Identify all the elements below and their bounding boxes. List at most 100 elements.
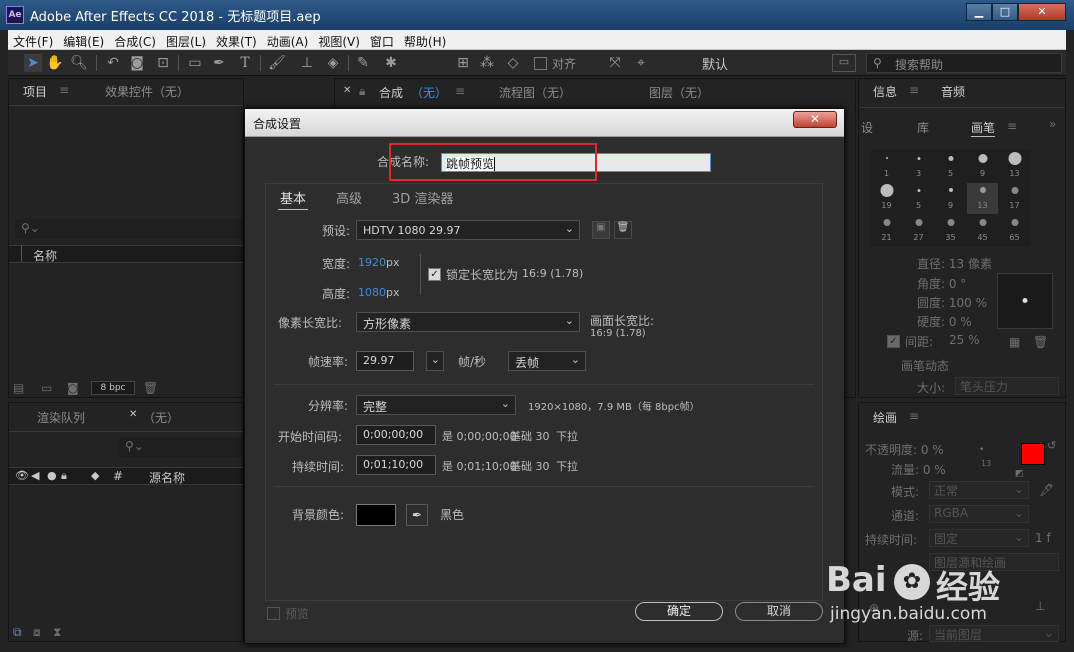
panel-menu-icon[interactable]: ≡	[1007, 119, 1017, 133]
menu-file[interactable]: 文件(F)	[8, 30, 58, 50]
menu-window[interactable]: 窗口	[365, 30, 399, 50]
close-tab-icon[interactable]: ✕	[343, 85, 351, 96]
height-value[interactable]: 1080	[358, 286, 386, 299]
brush-preset[interactable]: 1	[871, 151, 902, 182]
default-colors-icon[interactable]: ◩	[1015, 469, 1024, 479]
menu-edit[interactable]: 编辑(E)	[58, 30, 109, 50]
tab-library[interactable]: 库	[917, 119, 929, 136]
resolution-dropdown[interactable]: 完整 ⌄	[356, 395, 516, 415]
audio-icon[interactable]: ◀︎	[31, 469, 39, 482]
column-source-name[interactable]: 源名称	[149, 469, 185, 486]
delete-brush-icon[interactable]: 🗑︎	[1033, 335, 1048, 349]
visibility-icon[interactable]: 👁︎	[15, 469, 29, 482]
drop-frame-dropdown[interactable]: 丢帧 ⌄	[508, 351, 586, 371]
brush-preset[interactable]: 19	[871, 183, 902, 214]
axis-icon[interactable]: ⁂	[478, 54, 496, 72]
tab-advanced[interactable]: 高级	[336, 188, 362, 207]
tab-project[interactable]: 项目	[23, 83, 47, 100]
cancel-button[interactable]: 取消	[735, 602, 823, 621]
timeline-search-input[interactable]: ⚲⌄	[119, 437, 243, 457]
workspace-label[interactable]: 默认	[702, 54, 728, 73]
brush-preset[interactable]: 17	[999, 183, 1030, 214]
project-search-input[interactable]: ⚲⌄	[15, 219, 243, 239]
label-tag-icon[interactable]: ◆	[91, 469, 99, 482]
eyedropper-icon[interactable]: ✒	[406, 504, 428, 526]
align-checkbox[interactable]	[534, 57, 547, 70]
clone-stamp-tool-icon[interactable]: ⊥	[298, 54, 316, 72]
preview-checkbox[interactable]	[267, 607, 280, 620]
tab-composition[interactable]: 合成	[379, 84, 403, 101]
brush-preset[interactable]: 65	[999, 215, 1030, 246]
panel-menu-icon[interactable]: ≡	[59, 83, 69, 97]
ok-button[interactable]: 确定	[635, 602, 723, 621]
tab-settings[interactable]: 设	[861, 119, 873, 136]
brush-preset[interactable]: 35	[935, 215, 966, 246]
panel-menu-icon[interactable]: ≡	[909, 409, 919, 423]
brush-tool-icon[interactable]: 🖌︎	[268, 54, 286, 72]
tab-brushes[interactable]: 画笔	[971, 119, 996, 137]
channel-dropdown[interactable]: RGBA ⌄	[929, 505, 1029, 523]
spacing-checkbox[interactable]: ✓	[887, 335, 900, 348]
solo-icon[interactable]: ●	[47, 469, 57, 482]
tab-paint[interactable]: 绘画	[873, 409, 897, 426]
spacing-value[interactable]: 25 %	[949, 333, 980, 347]
interpret-footage-icon[interactable]: ▤	[13, 381, 24, 395]
save-preset-icon[interactable]: ▣	[592, 221, 610, 239]
lock-aspect-checkbox[interactable]: ✓	[428, 268, 441, 281]
menu-effect[interactable]: 效果(T)	[211, 30, 262, 50]
keyframe-icon[interactable]: ⧗	[53, 625, 61, 640]
new-brush-icon[interactable]: ▦	[1009, 335, 1020, 349]
rotate-tool-icon[interactable]: ↶	[104, 54, 122, 72]
background-color-swatch[interactable]	[356, 504, 396, 526]
frame-rate-dropdown[interactable]: ⌄	[426, 351, 444, 371]
hand-tool-icon[interactable]: ✋	[46, 54, 64, 72]
duration-dropdown[interactable]: 固定 ⌄	[929, 529, 1029, 547]
roto-brush-tool-icon[interactable]: ✎	[354, 54, 372, 72]
menu-layer[interactable]: 图层(L)	[161, 30, 211, 50]
menu-composition[interactable]: 合成(C)	[109, 30, 161, 50]
comp-mini-icon[interactable]: ⧉	[13, 625, 22, 640]
brush-preset[interactable]: 5	[903, 183, 934, 214]
brush-preset-selected[interactable]: 13	[967, 183, 998, 214]
puppet-tool-icon[interactable]: ✱	[382, 54, 400, 72]
column-number[interactable]: #	[113, 469, 123, 483]
camera-tool-icon[interactable]: ◙	[128, 54, 146, 72]
eraser-tool-icon[interactable]: ◈	[324, 54, 342, 72]
maximize-button[interactable]: □	[992, 3, 1018, 21]
close-tab-icon[interactable]: ✕	[129, 409, 137, 420]
lock-icon[interactable]: 🔒︎	[61, 469, 67, 483]
width-value[interactable]: 1920	[358, 256, 386, 269]
panel-menu-icon[interactable]: ≡	[909, 83, 919, 97]
search-help-box[interactable]: ⚲ 搜索帮助	[866, 53, 1062, 73]
tab-info[interactable]: 信息	[873, 83, 897, 100]
pixel-aspect-dropdown[interactable]: 方形像素 ⌄	[356, 312, 580, 332]
trash-icon[interactable]: 🗑︎	[143, 381, 158, 395]
tab-layer[interactable]: 图层（无）	[649, 84, 709, 101]
rectangle-tool-icon[interactable]: ▭	[186, 54, 204, 72]
duration-input[interactable]: 0;01;10;00	[356, 455, 436, 475]
tab-audio[interactable]: 音频	[941, 83, 965, 100]
brush-preset[interactable]: 21	[871, 215, 902, 246]
overflow-icon[interactable]: »	[1049, 117, 1056, 131]
snap-edge-icon[interactable]: ⌖	[632, 54, 650, 72]
swap-colors-icon[interactable]: ↺	[1047, 439, 1056, 452]
snap-option-icon[interactable]: ⤧	[606, 54, 624, 72]
pan-behind-tool-icon[interactable]: ⊡	[154, 54, 172, 72]
brush-preset[interactable]: 45	[967, 215, 998, 246]
new-comp-icon[interactable]: ◙	[67, 381, 79, 395]
panel-menu-icon[interactable]: ≡	[455, 84, 465, 98]
new-folder-icon[interactable]: ▭	[41, 381, 52, 395]
eyedropper-icon[interactable]: 🖋︎	[1039, 483, 1054, 497]
pen-tool-icon[interactable]: ✒	[210, 54, 228, 72]
minimize-button[interactable]: ▁	[966, 3, 992, 21]
brush-preset[interactable]: 3	[903, 151, 934, 182]
preset-dropdown[interactable]: HDTV 1080 29.97 ⌄	[356, 220, 580, 240]
column-name[interactable]: 名称	[33, 247, 57, 264]
menu-help[interactable]: 帮助(H)	[399, 30, 451, 50]
delete-preset-icon[interactable]: 🗑︎	[614, 221, 632, 239]
world-axis-icon[interactable]: ◇	[504, 54, 522, 72]
mode-dropdown[interactable]: 正常 ⌄	[929, 481, 1029, 499]
dialog-close-button[interactable]: ✕	[793, 111, 837, 128]
snap-icon[interactable]: ⊞	[454, 54, 472, 72]
modes-icon[interactable]: ⧇	[33, 625, 41, 640]
